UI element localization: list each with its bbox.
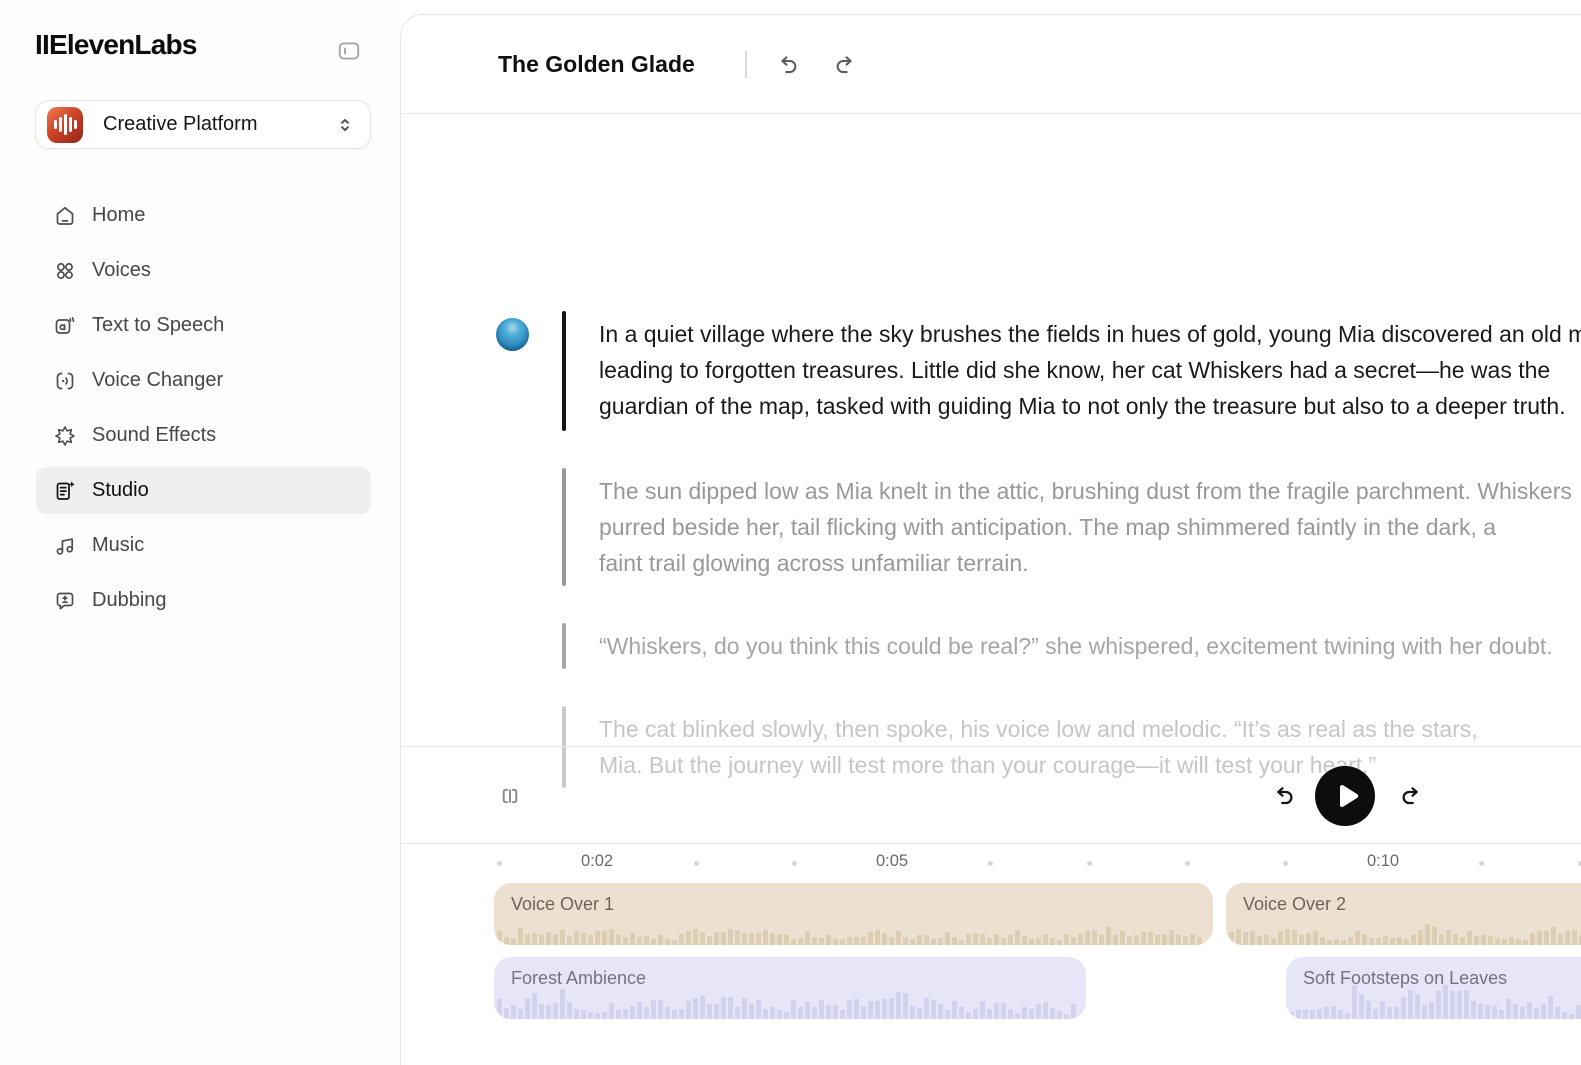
home-icon [53, 204, 77, 228]
ruler-tick-dot [1087, 861, 1092, 866]
sidebar-item-label: Text to Speech [92, 314, 224, 337]
sidebar-item-sound-effects[interactable]: Sound Effects [36, 412, 371, 459]
clip-label: Voice Over 1 [511, 894, 614, 915]
paragraph-line[interactable]: In a quiet village where the sky brushes… [599, 316, 1581, 352]
panel-collapse-icon [335, 38, 363, 64]
paragraph-line[interactable]: purred beside her, tail flicking with an… [599, 509, 1581, 545]
audio-clip[interactable]: Soft Footsteps on Leaves [1286, 957, 1581, 1019]
paragraph-line[interactable]: The sun dipped low as Mia knelt in the a… [599, 473, 1581, 509]
redo-button[interactable] [832, 52, 858, 78]
timeline-undo-button[interactable] [1271, 783, 1297, 809]
text-to-speech-icon [53, 314, 77, 338]
studio-icon [53, 479, 77, 503]
timeline-tracks: Voice Over 1 Voice Over 2 Forest Ambience… [401, 883, 1581, 1043]
clip-label: Forest Ambience [511, 968, 646, 989]
ruler-tick-dot [694, 861, 699, 866]
paragraph-line[interactable]: leading to forgotten treasures. Little d… [599, 352, 1581, 388]
sidebar-item-voice-changer[interactable]: Voice Changer [36, 357, 371, 404]
undo-icon [1271, 783, 1297, 809]
voice-track-row: Voice Over 1 Voice Over 2 [401, 883, 1581, 945]
paragraph-line[interactable]: faint trail glowing across unfamiliar te… [599, 545, 1581, 581]
sfx-track-row: Forest Ambience Soft Footsteps on Leaves [401, 957, 1581, 1019]
music-icon [53, 534, 77, 558]
ruler-time-label: 0:02 [581, 852, 613, 871]
paragraph-line[interactable]: The cat blinked slowly, then spoke, his … [599, 711, 1581, 747]
redo-icon [1398, 783, 1424, 809]
script-editor: In a quiet village where the sky brushes… [401, 114, 1581, 746]
workspace-selector-label: Creative Platform [103, 113, 334, 136]
split-clip-button[interactable] [497, 783, 523, 809]
undo-button[interactable] [775, 52, 801, 78]
clip-label: Voice Over 2 [1243, 894, 1346, 915]
sidebar-item-studio[interactable]: Studio [36, 467, 371, 514]
ruler-tick-dot [1283, 861, 1288, 866]
timeline-toolbar [401, 746, 1581, 844]
audio-clip[interactable]: Voice Over 2 [1226, 883, 1581, 945]
sidebar-item-text-to-speech[interactable]: Text to Speech [36, 302, 371, 349]
sidebar-item-music[interactable]: Music [36, 522, 371, 569]
main-content-card: The Golden Glade [400, 14, 1581, 1065]
paragraph-line[interactable]: guardian of the map, tasked with guiding… [599, 388, 1581, 424]
elevenlabs-logo: IIElevenLabs [35, 29, 197, 61]
creative-platform-app-icon [47, 107, 83, 143]
timeline-redo-button[interactable] [1398, 783, 1424, 809]
play-icon [1315, 766, 1375, 826]
clip-label: Soft Footsteps on Leaves [1303, 968, 1507, 989]
chevron-up-down-icon [334, 114, 356, 136]
sidebar-item-voices[interactable]: Voices [36, 247, 371, 294]
ruler-tick-dot [988, 861, 993, 866]
ruler-tick-dot [1185, 861, 1190, 866]
paragraph-marker-bar [562, 311, 566, 431]
ruler-time-label: 0:05 [876, 852, 908, 871]
sidebar-item-label: Home [92, 204, 145, 227]
document-title: The Golden Glade [498, 51, 695, 78]
ruler-tick-dot [1479, 861, 1484, 866]
split-icon [497, 783, 523, 809]
sidebar-item-label: Studio [92, 479, 149, 502]
speaker-avatar[interactable] [496, 318, 529, 351]
sidebar-item-label: Sound Effects [92, 424, 216, 447]
sidebar-item-label: Voice Changer [92, 369, 223, 392]
audio-clip[interactable]: Forest Ambience [494, 957, 1086, 1019]
paragraph-marker-bar [562, 623, 566, 669]
sidebar-item-label: Music [92, 534, 144, 557]
sidebar-item-dubbing[interactable]: Dubbing [36, 577, 371, 624]
paragraph-marker-bar [562, 468, 566, 586]
workspace-selector[interactable]: Creative Platform [35, 100, 371, 149]
sidebar-nav: Home Voices Text to Sp [36, 192, 371, 632]
sidebar-collapse-button[interactable] [333, 36, 365, 66]
sidebar-item-label: Dubbing [92, 589, 167, 612]
play-button[interactable] [1315, 766, 1375, 826]
ruler-time-label: 0:10 [1367, 852, 1399, 871]
sidebar: IIElevenLabs Creative Platform [0, 0, 400, 1065]
dubbing-icon [53, 589, 77, 613]
document-header: The Golden Glade [401, 15, 1581, 114]
app-root: IIElevenLabs Creative Platform [0, 0, 1581, 1065]
timeline-ruler[interactable]: 0:02 0:05 0:10 [401, 844, 1581, 883]
ruler-tick-dot [497, 861, 502, 866]
voice-changer-icon [53, 369, 77, 393]
sidebar-item-label: Voices [92, 259, 151, 282]
sidebar-item-home[interactable]: Home [36, 192, 371, 239]
header-divider [745, 51, 747, 78]
sound-effects-icon [53, 424, 77, 448]
undo-icon [775, 52, 801, 78]
audio-clip[interactable]: Voice Over 1 [494, 883, 1213, 945]
voices-icon [53, 259, 77, 283]
paragraph-line[interactable]: “Whiskers, do you think this could be re… [599, 628, 1581, 664]
redo-icon [832, 52, 858, 78]
ruler-tick-dot [792, 861, 797, 866]
